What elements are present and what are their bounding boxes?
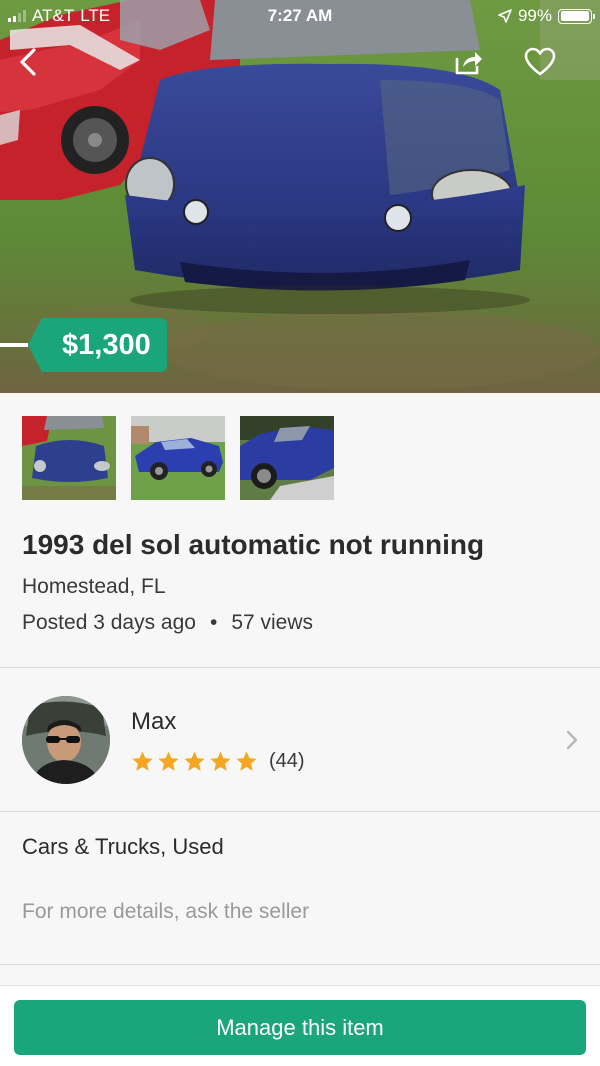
thumbnail-2-image	[131, 416, 225, 500]
star-icon	[132, 751, 153, 771]
star-icon	[210, 751, 231, 771]
manage-item-button[interactable]: Manage this item	[14, 1000, 586, 1055]
listing-title: 1993 del sol automatic not running	[22, 529, 485, 560]
thumbnail-1[interactable]	[22, 416, 116, 500]
price-label: $1,300	[28, 318, 167, 372]
seller-avatar-image	[22, 696, 110, 784]
seller-name: Max	[131, 708, 177, 735]
rating-count: (44)	[269, 750, 305, 772]
thumbnail-3[interactable]	[240, 416, 334, 500]
seller-avatar	[22, 696, 110, 784]
chevron-left-icon	[20, 48, 36, 76]
photo-thumbnails	[22, 416, 334, 500]
chevron-right-icon	[566, 730, 578, 750]
star-icon	[236, 751, 257, 771]
thumbnail-3-image	[240, 416, 334, 500]
posted-time: Posted 3 days ago	[22, 611, 196, 634]
seller-row[interactable]: Max (44)	[0, 668, 600, 811]
details-note: For more details, ask the seller	[22, 900, 310, 923]
thumbnail-1-image	[22, 416, 116, 500]
listing-category: Cars & Trucks, Used	[22, 834, 224, 859]
listing-location: Homestead, FL	[22, 575, 166, 598]
share-icon	[455, 52, 482, 75]
star-icon	[184, 751, 205, 771]
bottom-action-bar: Manage this item	[0, 985, 600, 1066]
status-bar: AT&T LTE 7:27 AM 99%	[0, 0, 600, 32]
listing-screen: AT&T LTE 7:27 AM 99% $1,300 1993 del sol…	[0, 0, 600, 1066]
price-tag: $1,300	[0, 318, 167, 372]
thumbnail-2[interactable]	[131, 416, 225, 500]
listing-meta: Posted 3 days ago • 57 views	[22, 611, 313, 635]
meta-separator: •	[209, 611, 218, 634]
star-icon	[158, 751, 179, 771]
share-button[interactable]	[446, 40, 490, 84]
listing-main-photo[interactable]: AT&T LTE 7:27 AM 99% $1,300	[0, 0, 600, 393]
heart-icon	[524, 47, 556, 76]
price-tag-string	[0, 343, 28, 347]
battery-icon	[558, 8, 595, 24]
favorite-button[interactable]	[518, 40, 562, 84]
divider	[0, 964, 600, 965]
seller-rating: (44)	[131, 750, 305, 773]
location-arrow-icon	[498, 9, 512, 23]
back-button[interactable]	[6, 40, 50, 84]
divider	[0, 811, 600, 812]
view-count: 57 views	[231, 611, 314, 634]
battery-percent: 99%	[517, 6, 552, 25]
